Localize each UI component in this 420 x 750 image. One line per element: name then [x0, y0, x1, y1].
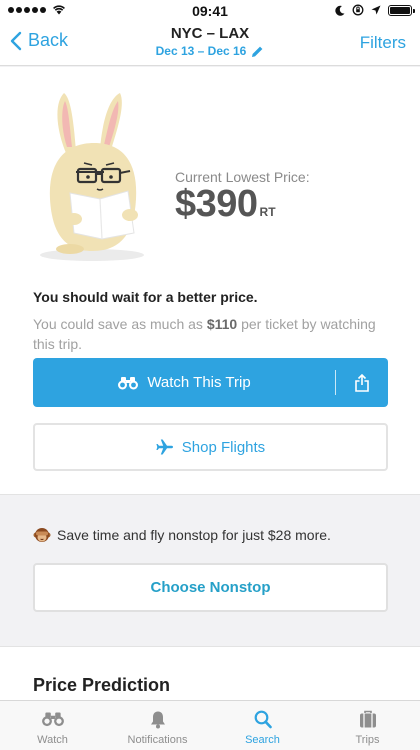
- watch-trip-label: Watch This Trip: [147, 374, 251, 391]
- tab-label: Notifications: [127, 734, 188, 746]
- status-icons: [335, 4, 415, 16]
- tab-label: Trips: [355, 734, 380, 746]
- suitcase-icon: [359, 710, 376, 727]
- date-range-label: Dec 13 – Dec 16: [155, 44, 247, 58]
- watch-trip-content: Watch This Trip: [33, 358, 335, 407]
- shop-flights-button[interactable]: Shop Flights: [33, 423, 388, 471]
- nonstop-text: Save time and fly nonstop for just $28 m…: [57, 527, 331, 543]
- route-title: NYC – LAX: [170, 25, 250, 42]
- date-range-button[interactable]: Dec 13 – Dec 16: [0, 44, 420, 58]
- tab-watch[interactable]: Watch: [0, 701, 105, 750]
- watch-trip-button[interactable]: Watch This Trip: [33, 358, 388, 407]
- rotation-lock-icon: [352, 4, 364, 16]
- tab-notifications[interactable]: Notifications: [105, 701, 210, 750]
- status-bar: 09:41: [0, 0, 420, 22]
- price-card: Current Lowest Price: $390 RT You should…: [0, 67, 420, 495]
- tab-trips[interactable]: Trips: [315, 701, 420, 750]
- price-display: $390 RT: [175, 185, 276, 223]
- location-arrow-icon: [371, 5, 381, 15]
- tab-label: Watch: [37, 734, 68, 746]
- nonstop-section: Save time and fly nonstop for just $28 m…: [0, 496, 420, 646]
- advice-headline: You should wait for a better price.: [33, 289, 258, 305]
- tab-label: Search: [245, 734, 280, 746]
- choose-nonstop-button[interactable]: Choose Nonstop: [33, 563, 388, 612]
- moon-icon: [335, 5, 345, 16]
- nonstop-message: Save time and fly nonstop for just $28 m…: [33, 526, 331, 544]
- share-icon: [355, 373, 369, 392]
- rabbit-mascot-illustration: [40, 93, 144, 261]
- battery-icon: [388, 4, 415, 16]
- bell-icon: [150, 711, 165, 728]
- binoculars-icon: [118, 376, 139, 389]
- binoculars-icon: [41, 712, 64, 727]
- savings-amount: $110: [206, 316, 238, 332]
- share-button[interactable]: [336, 358, 388, 407]
- price-suffix: RT: [259, 205, 276, 219]
- savings-text: You could save as much as $110 per ticke…: [33, 314, 383, 354]
- tab-search[interactable]: Search: [210, 701, 315, 750]
- price-prediction-title: Price Prediction: [33, 675, 171, 695]
- pencil-icon: [252, 46, 263, 57]
- price-value: $390: [175, 183, 258, 225]
- filters-button[interactable]: Filters: [360, 33, 406, 53]
- screen: 09:41 Back NYC – LAX Dec 13 – Dec 16 Fil…: [0, 0, 420, 750]
- monkey-emoji-icon: [33, 528, 51, 542]
- price-prediction-section: Price Prediction: [0, 646, 420, 706]
- airplane-icon: [156, 439, 173, 455]
- shop-flights-label: Shop Flights: [181, 438, 266, 456]
- search-icon: [254, 710, 272, 728]
- savings-prefix: You could save as much as: [33, 316, 207, 332]
- navigation-bar: Back NYC – LAX Dec 13 – Dec 16 Filters: [0, 22, 420, 66]
- tab-bar: Watch Notifications Search Trips: [0, 700, 420, 750]
